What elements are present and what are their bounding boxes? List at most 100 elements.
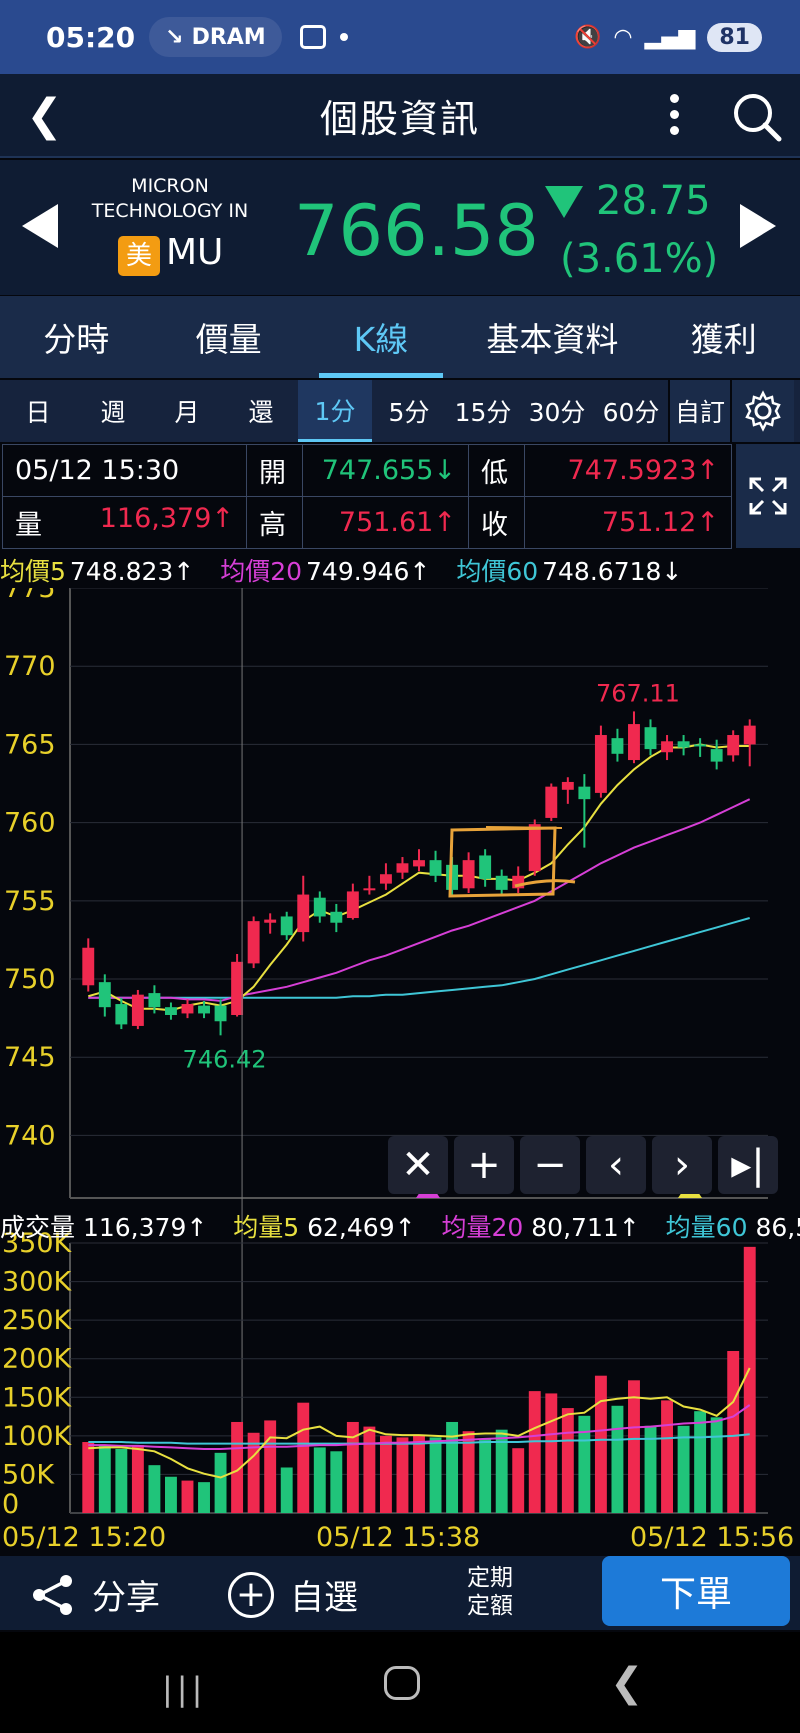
period-month[interactable]: 月 — [150, 380, 224, 442]
chevron-left-icon[interactable]: ‹ — [586, 1136, 646, 1194]
period-5min[interactable]: 5分 — [372, 380, 446, 442]
period-restored[interactable]: 還 — [224, 380, 298, 442]
bar-datetime: 05/12 15:30 — [2, 444, 247, 497]
price-tick-label: 750 — [4, 964, 56, 995]
page-title: 個股資訊 — [319, 96, 480, 141]
system-back-icon[interactable]: ❮ — [610, 1660, 644, 1706]
market-flag: 美 — [118, 236, 160, 276]
price-ma-legend: 均價5 748.823↑ 均價20 749.946↑ 均價60 748.6718↓ — [0, 552, 800, 588]
high-label: 高 — [246, 496, 303, 549]
volume-bar — [247, 1432, 260, 1513]
time-axis-labels: 05/12 15:20 05/12 15:38 05/12 15:56 — [0, 1522, 800, 1556]
chevron-right-icon[interactable]: › — [652, 1136, 712, 1194]
candle-body — [148, 993, 161, 1008]
volume-label: 量 — [15, 510, 42, 541]
stock-price: 766.58 — [294, 190, 539, 272]
volume-bar — [280, 1467, 293, 1513]
ma5-label: 均價5 — [0, 557, 66, 586]
notification-dot-icon — [339, 33, 348, 41]
x-label-end: 05/12 15:56 — [630, 1522, 795, 1553]
gear-icon — [745, 390, 781, 432]
down-triangle-icon — [545, 186, 583, 218]
battery-level: 81 — [707, 22, 762, 52]
previous-stock-icon[interactable] — [22, 204, 58, 248]
regular-investment-button[interactable]: 定期 定額 — [460, 1564, 520, 1620]
candle-body — [98, 982, 111, 1008]
period-day[interactable]: 日 — [0, 380, 76, 442]
screenshot-icon — [299, 25, 326, 49]
fullscreen-expand-icon[interactable] — [736, 444, 800, 548]
volume-bar — [98, 1445, 111, 1513]
tab-profit[interactable]: 獲利 — [648, 296, 800, 378]
candle-body — [462, 860, 475, 889]
custom-period-button[interactable]: 自訂 — [668, 380, 730, 442]
candle-body — [247, 921, 260, 964]
period-week[interactable]: 週 — [76, 380, 150, 442]
high-value: 751.61↑ — [302, 496, 469, 549]
place-order-button[interactable]: 下單 — [602, 1556, 790, 1626]
search-icon[interactable] — [732, 92, 782, 142]
trend-down-icon: ↘ — [165, 24, 184, 50]
tab-intraday[interactable]: 分時 — [0, 296, 152, 378]
price-tick-label: 755 — [4, 886, 56, 917]
volume-bar — [82, 1442, 95, 1513]
regular-investment-line2: 定額 — [467, 1593, 513, 1619]
tab-basic-info[interactable]: 基本資料 — [457, 296, 647, 378]
volume-cell: 量 116,379↑ — [2, 496, 247, 549]
share-button[interactable]: 分享 — [30, 1570, 160, 1619]
bottom-action-bar: 分享 + 自選 定期 定額 下單 — [0, 1556, 800, 1630]
ma60-value: 748.6718↓ — [542, 557, 683, 586]
volume-bar — [727, 1351, 740, 1513]
volume-bar — [479, 1438, 492, 1513]
candle-body — [495, 875, 508, 890]
volume-bar — [661, 1400, 674, 1513]
period-selector: 日 週 月 還 1分 5分 15分 30分 60分 自訂 — [0, 380, 800, 442]
volume-bar — [743, 1246, 756, 1513]
next-stock-icon[interactable] — [740, 204, 776, 248]
period-60min[interactable]: 60分 — [594, 380, 668, 442]
candle-body — [330, 911, 343, 923]
status-ticker-pill: ↘ DRAM — [149, 17, 282, 57]
tab-kline[interactable]: K線 — [305, 296, 457, 378]
close-icon[interactable]: ✕ — [388, 1136, 448, 1194]
candle-body — [429, 860, 442, 876]
skip-to-end-icon[interactable]: ▸| — [718, 1136, 778, 1194]
period-1min[interactable]: 1分 — [298, 380, 372, 442]
zoom-in-icon[interactable]: + — [454, 1136, 514, 1194]
volume-bar — [363, 1426, 376, 1513]
volume-legend: 成交量 116,379↑ 均量5 62,469↑ 均量20 80,711↑ 均量… — [0, 1208, 800, 1244]
open-value: 747.655↓ — [302, 444, 469, 497]
zoom-out-icon[interactable]: − — [520, 1136, 580, 1194]
price-tick-label: 760 — [4, 808, 56, 839]
volume-tick-label: 150K — [2, 1382, 73, 1413]
volume-bar — [297, 1402, 310, 1513]
period-15min[interactable]: 15分 — [446, 380, 520, 442]
volume-bar — [628, 1380, 640, 1513]
period-30min[interactable]: 30分 — [520, 380, 594, 442]
candle-body — [661, 741, 674, 753]
price-tick-label: 740 — [4, 1120, 56, 1151]
expand-icon — [749, 477, 787, 515]
status-bar: 05:20 ↘ DRAM 🔇 ◠ ▂▄▆ 81 — [0, 0, 800, 74]
settings-gear-icon[interactable] — [730, 380, 794, 442]
recent-apps-icon[interactable]: ||| — [162, 1670, 206, 1708]
volume-bar — [396, 1437, 409, 1513]
kline-chart[interactable]: 775 770 765 760 755 750 745 740 767.11 746.42 3… — [0, 573, 800, 1548]
wifi-icon: ◠ — [613, 24, 633, 50]
open-label: 開 — [246, 444, 303, 497]
home-icon[interactable] — [384, 1666, 420, 1700]
tab-price-volume[interactable]: 價量 — [152, 296, 304, 378]
volume-tick-label: 300K — [2, 1267, 73, 1298]
more-options-icon[interactable] — [664, 94, 684, 142]
stock-name: MICRON TECHNOLOGY IN — [91, 175, 249, 222]
close-value: 751.12↑ — [524, 496, 732, 549]
ma20-label: 均價20 — [220, 557, 303, 586]
back-icon[interactable]: ❮ — [26, 90, 63, 141]
ma5-line — [88, 743, 750, 1012]
volume-bar — [379, 1435, 392, 1513]
add-watchlist-button[interactable]: + 自選 — [228, 1570, 358, 1619]
volume-bar — [413, 1435, 425, 1513]
stock-code: MU — [166, 232, 224, 273]
status-pill-text: DRAM — [191, 24, 266, 50]
vma60-label: 均量60 — [665, 1213, 748, 1242]
